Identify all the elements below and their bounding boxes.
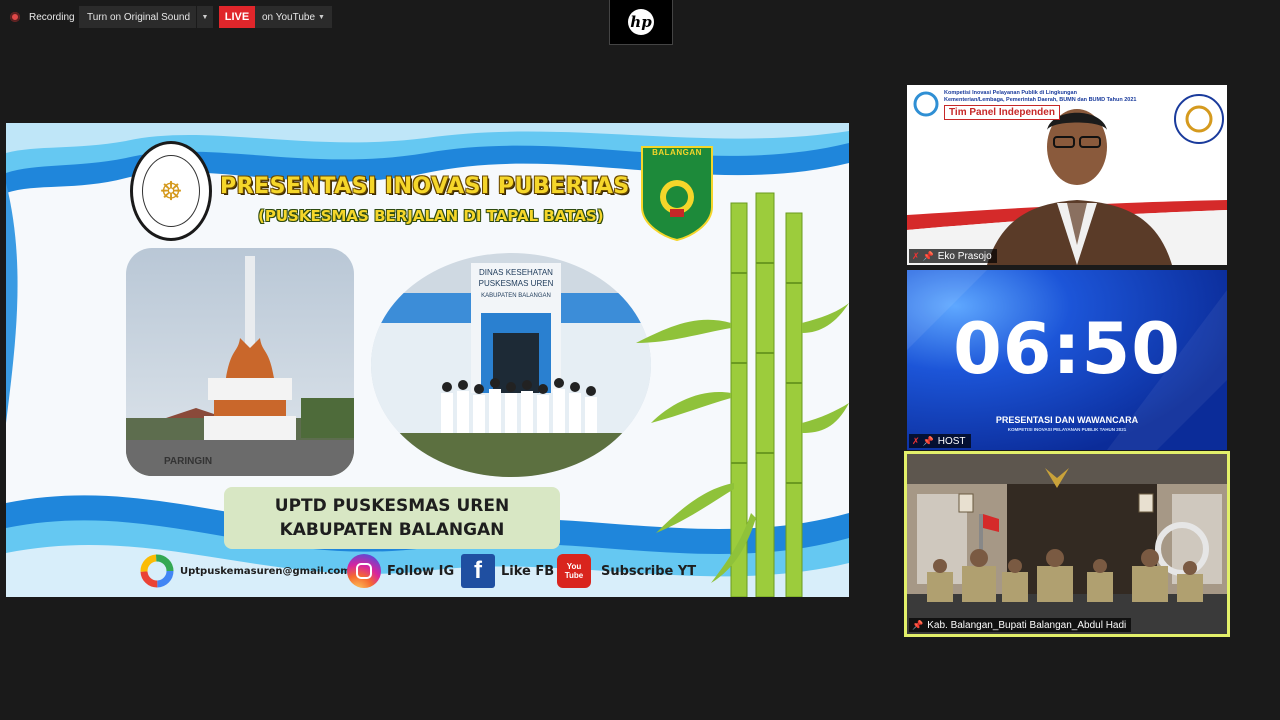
- live-stream-menu[interactable]: on YouTube ▼: [255, 6, 332, 28]
- video-tile-eko-prasojo[interactable]: Kompetisi Inovasi Pelayanan Publik di Li…: [907, 85, 1227, 265]
- participant-name-tag: ✗ 📌 HOST: [909, 434, 971, 448]
- panel-label: Tim Panel Independen: [944, 105, 1060, 120]
- record-icon: [10, 12, 20, 22]
- original-sound-button[interactable]: Turn on Original Sound ▼: [79, 6, 213, 28]
- facebook-icon: f: [461, 554, 495, 588]
- facebook-contact: f Like FB: [461, 553, 554, 589]
- facebook-text: Like FB: [501, 563, 555, 579]
- slide-subtitle: (PUSKESMAS BERJALAN DI TAPAL BATAS): [258, 207, 604, 225]
- email-text: Uptpuskemasuren@gmail.com: [180, 565, 351, 577]
- recording-label: Recording: [29, 11, 75, 23]
- participant-name: HOST: [937, 435, 966, 447]
- competition-header-line-2: Kementerian/Lembaga, Pemerintah Daerah, …: [944, 97, 1137, 103]
- chevron-down-icon[interactable]: ▼: [196, 6, 213, 28]
- participant-name: Kab. Balangan_Bupati Balangan_Abdul Hadi: [927, 619, 1127, 631]
- video-tile-host[interactable]: 06:50 PRESENTASI DAN WAWANCARA KOMPETISI…: [907, 270, 1227, 450]
- original-sound-label: Turn on Original Sound: [87, 11, 191, 23]
- timer-subtitle: PRESENTASI DAN WAWANCARA: [995, 415, 1139, 425]
- shared-screen-slide: ☸ PRESENTASI INOVASI PUBERTAS (PUSKESMAS…: [6, 123, 849, 597]
- unit-name-line-2: KABUPATEN BALANGAN: [279, 520, 505, 540]
- muted-mic-icon: ✗: [912, 435, 920, 446]
- slide-title: PRESENTASI INOVASI PUBERTAS: [220, 174, 630, 199]
- building-sign-line-1: DINAS KESEHATAN: [479, 268, 553, 277]
- instagram-icon: [347, 554, 381, 588]
- muted-mic-icon: ✗: [912, 250, 920, 261]
- ship-wheel-icon: ☸: [142, 155, 200, 227]
- meeting-room-video: [907, 454, 1227, 634]
- pin-icon: 📌: [922, 250, 934, 261]
- recording-indicator[interactable]: Recording: [10, 9, 75, 25]
- monument-photo: [126, 248, 354, 476]
- youtube-contact: You Tube Subscribe YT: [557, 553, 696, 589]
- participant-name-tag: ✗ 📌 Eko Prasojo: [909, 249, 997, 263]
- building-sign-line-2: PUSKESMAS UREN: [479, 279, 554, 288]
- live-badge: LIVE: [219, 6, 255, 28]
- timer-subtitle-2: KOMPETISI INOVASI PELAYANAN PUBLIK TAHUN…: [1007, 427, 1127, 432]
- participant-name: Eko Prasojo: [937, 250, 992, 262]
- youtube-text: Subscribe YT: [601, 563, 697, 579]
- kemenpan-logo: ☸: [130, 141, 212, 241]
- puskesmas-building-photo: DINAS KESEHATAN PUSKESMAS UREN KABUPATEN…: [371, 253, 651, 477]
- instagram-contact: Follow IG: [347, 553, 454, 589]
- pin-icon: 📌: [912, 619, 924, 630]
- chevron-down-icon: ▼: [318, 13, 325, 21]
- youtube-icon: You Tube: [557, 554, 591, 588]
- stream-destination-label: on YouTube: [262, 11, 316, 23]
- competition-header-line-1: Kompetisi Inovasi Pelayanan Publik di Li…: [944, 90, 1077, 96]
- balangan-label: BALANGAN: [652, 148, 702, 157]
- building-sign-line-3: KABUPATEN BALANGAN: [481, 293, 551, 299]
- unit-name-line-1: UPTD PUSKESMAS UREN: [274, 496, 510, 516]
- hp-tile: hp: [609, 0, 673, 45]
- email-contact: Uptpuskemasuren@gmail.com: [140, 553, 351, 589]
- unit-name-box: UPTD PUSKESMAS UREN KABUPATEN BALANGAN: [224, 487, 560, 549]
- hp-logo: hp: [628, 9, 654, 35]
- pin-icon: 📌: [922, 435, 934, 446]
- video-tile-balangan[interactable]: 📌 Kab. Balangan_Bupati Balangan_Abdul Ha…: [904, 451, 1230, 637]
- bamboo-decoration: [636, 192, 849, 597]
- monument-caption: PARINGIN: [164, 456, 213, 467]
- instagram-text: Follow IG: [387, 563, 455, 579]
- google-icon: [140, 554, 174, 588]
- countdown-timer: 06:50: [953, 308, 1181, 390]
- participant-name-tag: 📌 Kab. Balangan_Bupati Balangan_Abdul Ha…: [909, 618, 1132, 632]
